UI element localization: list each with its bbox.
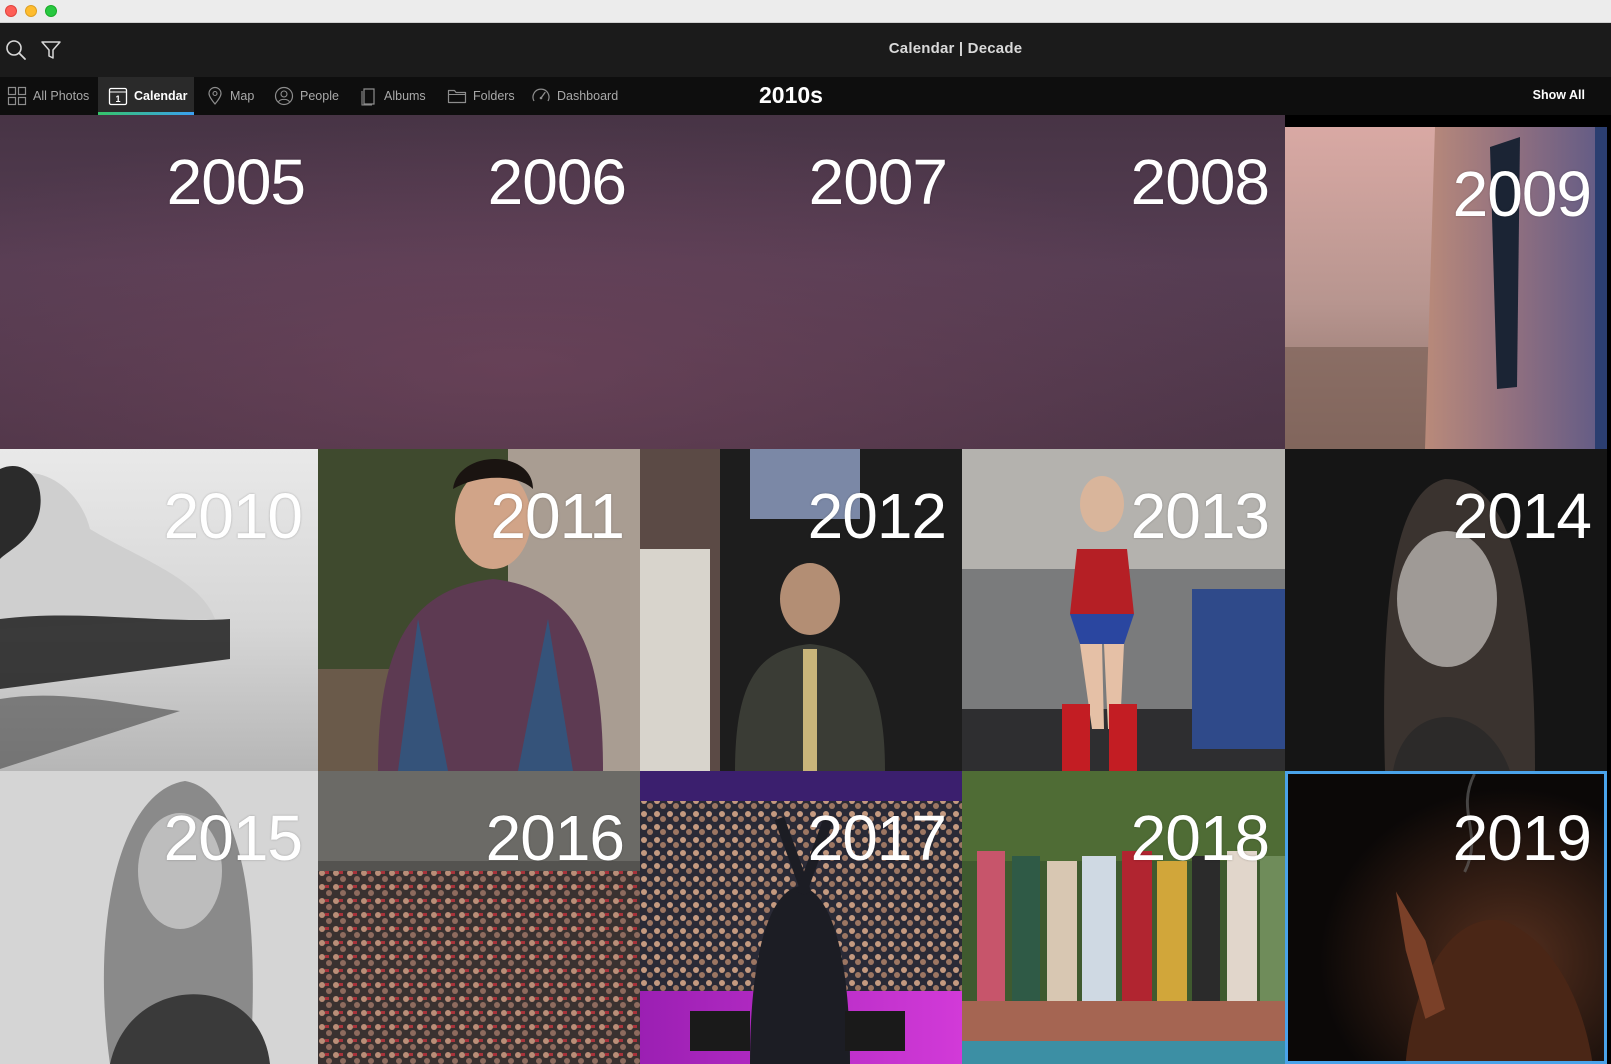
- year-tile-2007[interactable]: 2007: [642, 115, 963, 449]
- year-label: 2008: [1130, 146, 1270, 218]
- year-tile-2005[interactable]: 2005: [0, 115, 321, 449]
- tab-label: Dashboard: [557, 89, 619, 103]
- year-tile-2009[interactable]: 2009: [1285, 127, 1607, 449]
- view-nav-bar: All Photos 1 Calendar Map People Albums …: [0, 77, 1611, 115]
- year-label: 2012: [807, 480, 947, 552]
- year-grid: 2005 2006 2007 2008 2009 2010 2011 2012 …: [0, 115, 1611, 1064]
- year-tile-2013[interactable]: 2013: [962, 449, 1285, 771]
- map-pin-icon: [208, 86, 222, 105]
- year-tile-2019[interactable]: 2019: [1285, 771, 1607, 1064]
- person-icon: [274, 86, 294, 106]
- album-icon: [361, 88, 375, 106]
- tab-label: Map: [230, 89, 255, 103]
- folder-icon: [447, 89, 467, 104]
- zoom-window-button[interactable]: [45, 5, 57, 17]
- tab-label: Folders: [473, 89, 515, 103]
- year-tile-2014[interactable]: 2014: [1285, 449, 1607, 771]
- year-tile-2006[interactable]: 2006: [321, 115, 642, 449]
- year-label: 2009: [1452, 158, 1592, 230]
- app-window: Calendar | Decade All Photos 1 Calendar: [0, 0, 1611, 1064]
- window-title: Calendar | Decade: [888, 40, 1023, 57]
- toolbar: Calendar | Decade: [0, 23, 1611, 77]
- tab-people[interactable]: People: [274, 77, 344, 115]
- year-label: 2006: [487, 146, 627, 218]
- year-label: 2007: [808, 146, 948, 218]
- calendar-icon: 1: [108, 87, 128, 106]
- minimize-window-button[interactable]: [25, 5, 37, 17]
- tab-label: Calendar: [134, 89, 188, 103]
- year-tile-2016[interactable]: 2016: [318, 771, 640, 1064]
- gauge-icon: [532, 88, 550, 102]
- tab-folders[interactable]: Folders: [447, 77, 519, 115]
- tab-albums[interactable]: Albums: [360, 77, 430, 115]
- tab-all-photos[interactable]: All Photos: [7, 77, 97, 115]
- year-label: 2013: [1130, 480, 1270, 552]
- svg-text:1: 1: [115, 94, 120, 104]
- tab-calendar[interactable]: 1 Calendar: [98, 77, 194, 115]
- tab-label: Albums: [384, 89, 426, 103]
- year-tile-2012[interactable]: 2012: [640, 449, 962, 771]
- year-label: 2005: [166, 146, 306, 218]
- year-tile-2010[interactable]: 2010: [0, 449, 318, 771]
- year-tile-2015[interactable]: 2015: [0, 771, 318, 1064]
- year-label: 2014: [1452, 480, 1592, 552]
- close-window-button[interactable]: [5, 5, 17, 17]
- grid-icon: [7, 86, 27, 106]
- year-label: 2010: [163, 480, 303, 552]
- year-tile-2008[interactable]: 2008: [963, 115, 1285, 449]
- year-label: 2016: [485, 802, 625, 874]
- tab-label: People: [300, 89, 339, 103]
- tab-dashboard[interactable]: Dashboard: [531, 77, 627, 115]
- year-label: 2019: [1452, 802, 1592, 874]
- year-label: 2018: [1130, 802, 1270, 874]
- title-bar: [0, 0, 1611, 23]
- year-tile-2017[interactable]: 2017: [640, 771, 962, 1064]
- year-label: 2015: [163, 802, 303, 874]
- year-tile-2018[interactable]: 2018: [962, 771, 1285, 1064]
- tab-label: All Photos: [33, 89, 90, 103]
- year-label: 2017: [807, 802, 947, 874]
- decade-label: 2010s: [759, 82, 823, 108]
- tab-map[interactable]: Map: [206, 77, 264, 115]
- show-all-button[interactable]: Show All: [1533, 88, 1585, 102]
- year-label: 2011: [490, 480, 625, 552]
- year-tile-2011[interactable]: 2011: [318, 449, 640, 771]
